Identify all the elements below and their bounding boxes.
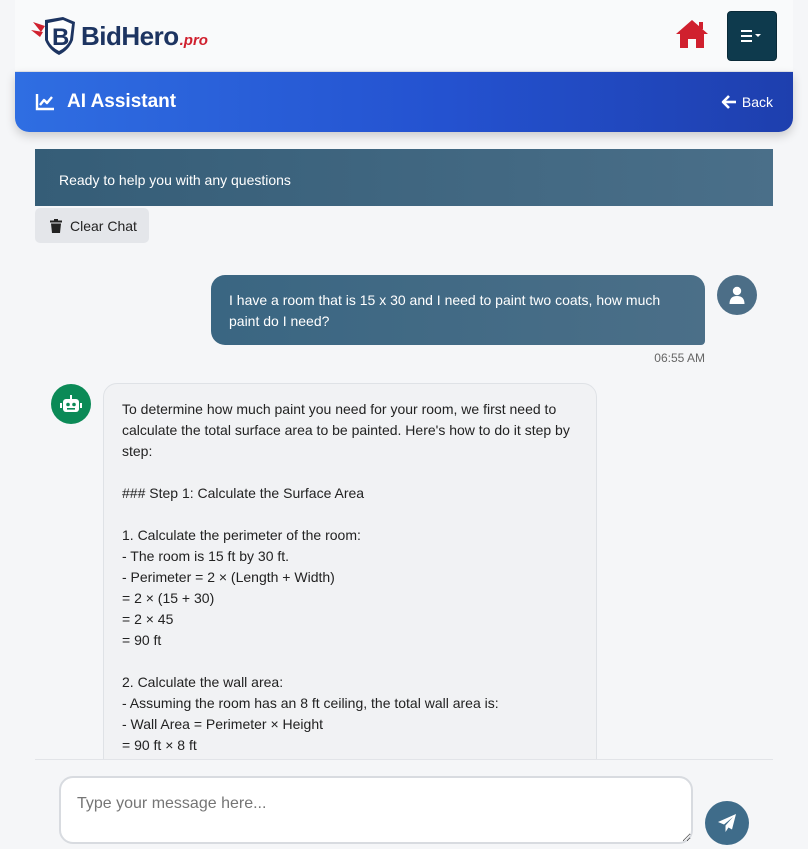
user-message-text: I have a room that is 15 x 30 and I need… [229,292,661,329]
assistant-message-line: = 90 ft × 8 ft [122,737,197,753]
assistant-message-line: = 2 × (15 + 30) [122,590,215,606]
user-avatar [717,275,757,315]
assistant-message-line: - Wall Area = Perimeter × Height [122,716,324,732]
clear-chat-label: Clear Chat [70,217,137,234]
assistant-message-bubble: To determine how much paint you need for… [103,383,597,759]
back-button[interactable]: Back [721,72,773,132]
logo-suffix: .pro [179,31,208,49]
assistant-message-line: - The room is 15 ft by 30 ft. [122,548,290,564]
top-navbar: B BidHero .pro [15,0,793,72]
assistant-avatar [51,384,91,424]
user-icon [729,286,745,304]
menu-toggle-button[interactable] [727,11,777,61]
composer-divider [35,759,773,760]
assistant-message-line: - Assuming the room has an 8 ft ceiling,… [122,695,499,711]
assistant-message-line: 2. Calculate the wall area: [122,674,284,690]
page-header: AI Assistant Back [15,72,793,132]
line-chart-icon [35,94,54,111]
chat-messages[interactable]: I have a room that is 15 x 30 and I need… [35,258,773,759]
svg-text:B: B [52,24,69,51]
assistant-message-line: - Perimeter = 2 × (Length + Width) [122,569,335,585]
trash-icon [50,218,62,233]
assistant-message-line: To determine how much paint you need for… [122,401,574,459]
user-message-bubble: I have a room that is 15 x 30 and I need… [211,275,705,345]
back-label: Back [741,94,773,110]
assistant-message-line: 1. Calculate the perimeter of the room: [122,527,361,543]
hamburger-menu-icon [741,30,761,42]
home-button[interactable] [673,16,711,52]
paper-plane-icon [718,814,736,832]
bidhero-logo[interactable]: B BidHero .pro [31,16,208,56]
arrow-left-icon [721,95,736,109]
assistant-status-banner: Ready to help you with any questions [35,149,773,206]
clear-chat-button[interactable]: Clear Chat [35,208,149,243]
assistant-message-line: = 90 ft [122,632,162,648]
assistant-message-line [122,651,578,672]
assistant-message-line: ### Step 1: Calculate the Surface Area [122,485,365,501]
send-button[interactable] [705,801,749,845]
assistant-message-line [122,462,578,483]
page-title: AI Assistant [35,72,176,132]
assistant-message-line: = 2 × 45 [122,611,174,627]
bidhero-shield-logo-icon: B [31,17,75,55]
assistant-message-line [122,504,578,525]
message-timestamp: 06:55 AM [654,351,705,365]
status-text: Ready to help you with any questions [59,171,291,188]
home-icon [676,20,708,48]
message-input[interactable] [59,776,693,844]
robot-icon [60,395,82,412]
page-title-text: AI Assistant [67,91,177,112]
logo-wordmark: BidHero [81,20,179,51]
